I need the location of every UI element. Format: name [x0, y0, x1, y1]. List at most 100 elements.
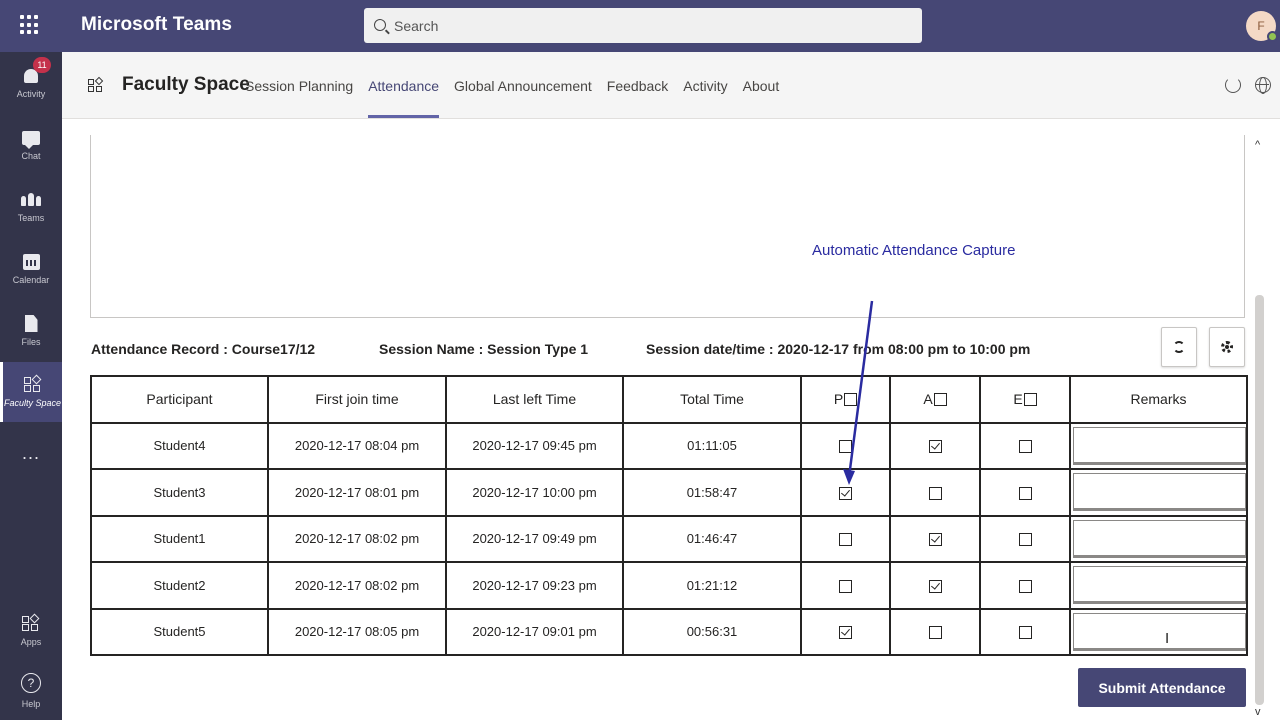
- header-total-time: Total Time: [622, 375, 802, 424]
- more-icon: ...: [21, 442, 40, 463]
- first-join-cell: 2020-12-17 08:04 pm: [267, 421, 447, 470]
- rail-label: Files: [21, 337, 41, 347]
- avatar[interactable]: F: [1246, 11, 1278, 42]
- participant-cell: Student5: [90, 607, 269, 656]
- tab-session-planning[interactable]: Session Planning: [245, 78, 353, 118]
- present-checkbox[interactable]: [839, 440, 852, 454]
- remarks-cell: [1069, 561, 1248, 610]
- first-join-cell: 2020-12-17 08:05 pm: [267, 607, 447, 656]
- rail-item-teams[interactable]: Teams: [0, 178, 62, 236]
- search-input[interactable]: [394, 17, 894, 34]
- settings-button[interactable]: [1209, 327, 1245, 367]
- present-checkbox-cell: [800, 607, 891, 656]
- absent-checkbox[interactable]: [928, 533, 942, 547]
- select-all-absent-checkbox[interactable]: [933, 392, 947, 406]
- help-icon: ?: [21, 673, 41, 695]
- absent-checkbox-cell: [889, 468, 981, 517]
- present-checkbox[interactable]: [839, 626, 852, 640]
- apps-icon: [21, 613, 41, 633]
- table-row: Student5 2020-12-17 08:05 pm 2020-12-17 09…: [90, 607, 1248, 656]
- left-rail: 11 Activity Chat Teams Calendar Files Fa…: [0, 52, 62, 720]
- rail-label: Activity: [16, 89, 46, 99]
- absent-checkbox[interactable]: [928, 440, 942, 454]
- last-left-cell: 2020-12-17 09:01 pm: [445, 607, 624, 656]
- header-excused-label: E: [1013, 391, 1023, 408]
- search-box[interactable]: [364, 8, 922, 43]
- present-checkbox-cell: [800, 514, 891, 563]
- sync-icon: [1173, 341, 1185, 353]
- total-time-cell: 01:11:05: [622, 421, 802, 470]
- select-all-excused-checkbox[interactable]: [1023, 392, 1037, 406]
- header-present: P: [800, 375, 891, 424]
- more-apps-button[interactable]: ...: [0, 424, 62, 482]
- first-join-cell: 2020-12-17 08:02 pm: [267, 514, 447, 563]
- remarks-input[interactable]: [1073, 426, 1246, 465]
- total-time-cell: 00:56:31: [622, 607, 802, 656]
- reload-icon[interactable]: [1225, 77, 1241, 93]
- rail-item-help[interactable]: ? Help: [0, 662, 62, 720]
- excused-checkbox[interactable]: [1018, 579, 1032, 593]
- remarks-input[interactable]: [1073, 473, 1246, 512]
- absent-checkbox-cell: [889, 421, 981, 470]
- excused-checkbox[interactable]: [1018, 486, 1032, 500]
- rail-item-activity[interactable]: 11 Activity: [0, 54, 62, 112]
- header-absent: A: [889, 375, 981, 424]
- remarks-input[interactable]: [1073, 519, 1246, 558]
- total-time-cell: 01:58:47: [622, 468, 802, 517]
- tab-activity[interactable]: Activity: [683, 78, 727, 118]
- presence-status-icon: [1267, 31, 1278, 42]
- scroll-up-icon[interactable]: ^: [1255, 139, 1260, 151]
- header-remarks: Remarks: [1069, 375, 1248, 424]
- absent-checkbox-cell: [889, 607, 981, 656]
- submit-attendance-button[interactable]: Submit Attendance: [1078, 668, 1246, 707]
- scroll-thumb[interactable]: [1255, 295, 1264, 705]
- remarks-input[interactable]: [1073, 566, 1246, 605]
- activity-badge: 11: [33, 57, 51, 73]
- rail-item-chat[interactable]: Chat: [0, 116, 62, 174]
- tab-global-announcement[interactable]: Global Announcement: [454, 78, 592, 118]
- select-all-present-checkbox[interactable]: [844, 392, 858, 406]
- header-participant: Participant: [90, 375, 269, 424]
- rail-item-apps[interactable]: Apps: [0, 602, 62, 660]
- scrollbar[interactable]: ^ v: [1252, 135, 1268, 720]
- excused-checkbox[interactable]: [1018, 626, 1032, 640]
- remarks-cell: [1069, 421, 1248, 470]
- tab-bar: Session Planning Attendance Global Annou…: [245, 78, 794, 118]
- gear-icon: [1221, 341, 1233, 353]
- present-checkbox-cell: [800, 468, 891, 517]
- absent-checkbox[interactable]: [928, 486, 942, 500]
- sync-button[interactable]: [1161, 327, 1197, 367]
- absent-checkbox-cell: [889, 514, 981, 563]
- table-header-row: Participant First join time Last left Ti…: [90, 375, 1248, 424]
- faculty-space-icon: [23, 374, 43, 394]
- rail-item-files[interactable]: Files: [0, 302, 62, 360]
- rail-label: Calendar: [12, 275, 50, 285]
- app-launcher-icon[interactable]: [20, 15, 40, 35]
- bell-icon: 11: [21, 57, 51, 85]
- present-checkbox[interactable]: [839, 533, 852, 547]
- text-cursor-icon: I: [1165, 630, 1170, 647]
- header-excused: E: [979, 375, 1071, 424]
- remarks-input[interactable]: [1073, 612, 1246, 651]
- present-checkbox[interactable]: [839, 579, 852, 593]
- scroll-down-icon[interactable]: v: [1255, 706, 1261, 718]
- globe-icon[interactable]: [1255, 77, 1271, 94]
- rail-item-calendar[interactable]: Calendar: [0, 240, 62, 298]
- rail-item-faculty-space[interactable]: Faculty Space: [0, 362, 62, 422]
- avatar-initial: F: [1257, 19, 1265, 33]
- tab-attendance[interactable]: Attendance: [368, 78, 439, 118]
- present-checkbox-cell: [800, 421, 891, 470]
- total-time-cell: 01:46:47: [622, 514, 802, 563]
- app-name: Faculty Space: [122, 74, 250, 95]
- files-icon: [21, 315, 41, 333]
- excused-checkbox[interactable]: [1018, 533, 1032, 547]
- excused-checkbox[interactable]: [1018, 440, 1032, 454]
- tab-feedback[interactable]: Feedback: [607, 78, 668, 118]
- tab-about[interactable]: About: [743, 78, 780, 118]
- present-checkbox[interactable]: [839, 486, 852, 500]
- absent-checkbox[interactable]: [928, 626, 942, 640]
- teams-icon: [21, 191, 41, 209]
- absent-checkbox[interactable]: [928, 579, 942, 593]
- last-left-cell: 2020-12-17 09:23 pm: [445, 561, 624, 610]
- present-checkbox-cell: [800, 561, 891, 610]
